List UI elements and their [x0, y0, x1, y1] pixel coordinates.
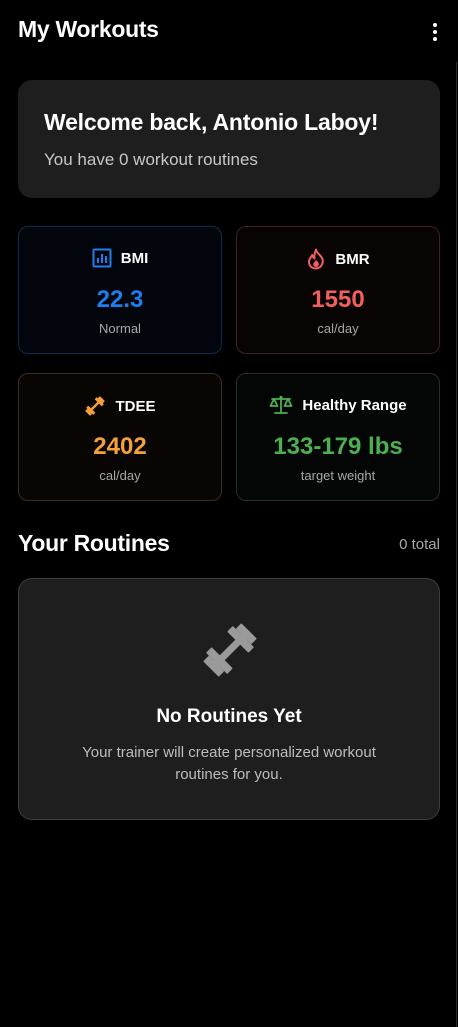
routines-count: 0 total	[399, 536, 440, 553]
tdee-label: TDEE	[115, 397, 156, 415]
tdee-card: TDEE 2402 cal/day	[18, 373, 222, 501]
bmr-value: 1550	[311, 286, 365, 313]
app-header: My Workouts	[0, 0, 458, 62]
healthy-range-header: Healthy Range	[237, 395, 439, 415]
routines-section-title: Your Routines	[18, 530, 170, 556]
tdee-unit: cal/day	[99, 468, 141, 483]
empty-state-title: No Routines Yet	[156, 706, 302, 727]
more-vertical-icon	[433, 23, 437, 27]
tdee-header: TDEE	[19, 395, 221, 417]
dumbbell-icon	[85, 396, 106, 416]
dumbbell-icon	[203, 623, 257, 677]
tdee-value: 2402	[93, 433, 147, 460]
scrollbar-track	[456, 62, 457, 1027]
page-title: My Workouts	[18, 16, 159, 42]
healthy-range-value: 133-179 lbs	[273, 433, 403, 460]
healthy-range-label: Healthy Range	[302, 396, 407, 414]
welcome-subtitle: You have 0 workout routines	[44, 150, 258, 169]
bmr-label: BMR	[335, 250, 370, 268]
bmi-header: BMI	[19, 248, 221, 268]
healthy-range-card: Healthy Range 133-179 lbs target weight	[236, 373, 440, 501]
healthy-range-unit: target weight	[300, 468, 376, 483]
flame-icon	[308, 248, 325, 270]
app-screen: My Workouts Welcome back, Antonio Laboy!…	[0, 0, 458, 1027]
bmi-value: 22.3	[96, 286, 144, 313]
bmr-card: BMR 1550 cal/day	[236, 226, 440, 354]
scale-icon	[269, 395, 293, 414]
empty-state-message: Your trainer will create personalized wo…	[82, 744, 376, 783]
welcome-card: Welcome back, Antonio Laboy! You have 0 …	[18, 80, 440, 198]
more-options-button[interactable]	[424, 18, 446, 46]
bmi-label: BMI	[120, 249, 149, 267]
bmi-card: BMI 22.3 Normal	[18, 226, 222, 354]
empty-routines-card: No Routines Yet Your trainer will create…	[18, 578, 440, 820]
bmr-unit: cal/day	[317, 321, 359, 336]
bar-chart-icon	[92, 248, 112, 268]
bmr-header: BMR	[237, 248, 439, 270]
welcome-title: Welcome back, Antonio Laboy!	[44, 109, 379, 135]
bmi-category: Normal	[99, 321, 141, 336]
